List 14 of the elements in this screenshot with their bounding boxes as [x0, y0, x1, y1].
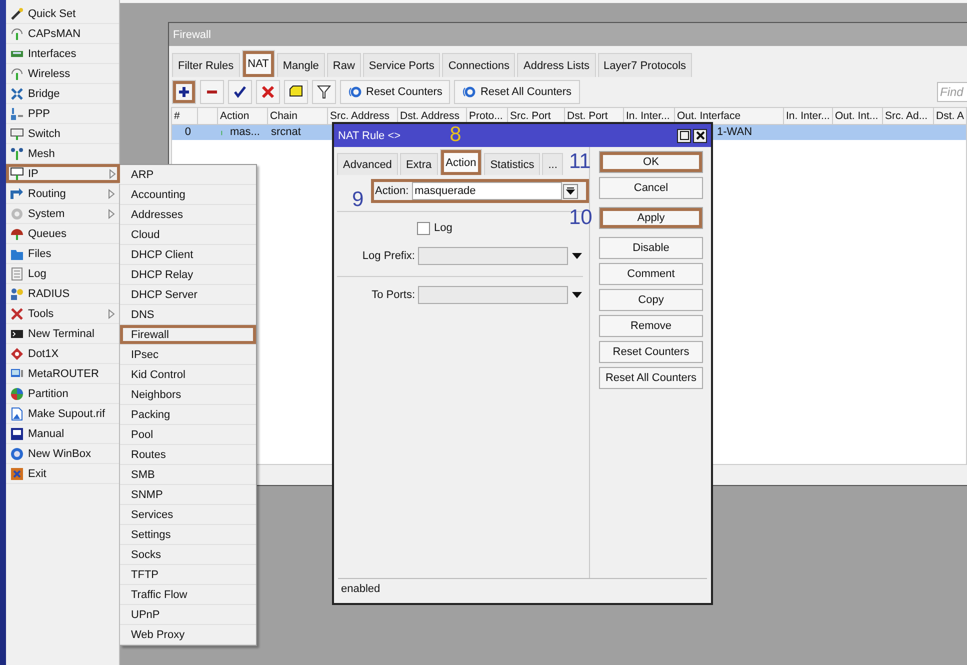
table-cell-text: 0 — [184, 125, 192, 140]
dialog-title: NAT Rule <> — [338, 130, 401, 142]
table-cell: 1-WAN — [717, 125, 752, 140]
table-cell-text: srcnat — [270, 125, 302, 140]
field-label: Action: — [375, 185, 409, 197]
field-label: Log Prefix: — [361, 250, 415, 262]
step-number: 11 — [569, 151, 591, 172]
status-bar: enabled — [338, 578, 707, 600]
step-number: 9 — [352, 189, 364, 210]
window-title: Firewall — [173, 28, 211, 40]
table-cell: mas... — [230, 125, 260, 140]
field-label: To Ports: — [370, 289, 415, 301]
step-number: 10 — [569, 207, 592, 228]
step-number: 8 — [450, 124, 462, 145]
